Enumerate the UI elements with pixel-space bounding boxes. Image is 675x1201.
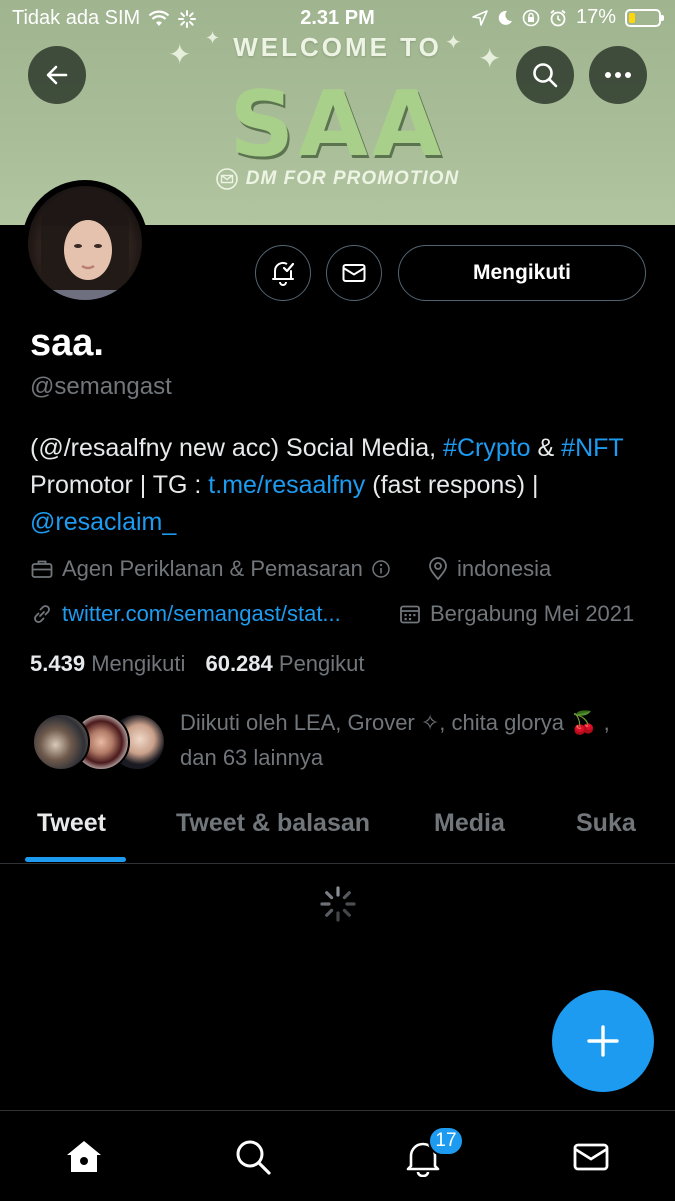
bio-text: (fast respons) |: [365, 471, 539, 499]
hashtag-link[interactable]: #Crypto: [443, 434, 531, 462]
telegram-link[interactable]: t.me/resaalfny: [208, 471, 365, 499]
followed-by-text[interactable]: Diikuti oleh LEA, Grover ✧, chita glorya…: [180, 705, 650, 775]
search-icon: [236, 1140, 271, 1175]
joined-row: Bergabung Mei 2021: [398, 601, 634, 627]
banner-title: SAA: [229, 72, 446, 177]
tab-tweet[interactable]: Tweet: [37, 809, 106, 838]
alarm-icon: [550, 9, 566, 26]
battery-percent: 17%: [575, 6, 616, 28]
location-row: indonesia: [427, 556, 551, 582]
bio-text: Promotor | TG :: [30, 471, 209, 499]
back-button[interactable]: [28, 46, 86, 104]
battery-icon: [625, 8, 664, 27]
notify-button[interactable]: [255, 245, 311, 301]
calendar-icon: [400, 605, 420, 624]
category-row: Agen Periklanan & Pemasaran: [30, 556, 391, 582]
rotation-lock-icon: [522, 9, 540, 26]
status-bar: Tidak ada SIM 2.31 PM 17%: [0, 0, 675, 40]
plus-icon: [587, 1025, 619, 1057]
notifications-badge: 17: [428, 1126, 464, 1156]
avatar: [32, 713, 90, 771]
following-label: Mengikuti: [91, 651, 186, 676]
banner-promo-text: DM FOR PROMOTION: [245, 168, 460, 189]
website-row: twitter.com/semangast/stat...: [30, 601, 341, 627]
profile-avatar[interactable]: [22, 180, 148, 306]
more-button[interactable]: [589, 46, 647, 104]
nav-home[interactable]: [60, 1133, 108, 1181]
tab-likes[interactable]: Suka: [576, 809, 636, 838]
bio-text: (@/resaalfny new acc) Social Media,: [30, 434, 444, 462]
following-count: 5.439: [30, 651, 86, 676]
website-link[interactable]: twitter.com/semangast/stat...: [62, 601, 341, 627]
bell-check-icon: [272, 261, 295, 286]
tab-media[interactable]: Media: [434, 809, 505, 838]
compose-tweet-button[interactable]: [552, 990, 654, 1092]
briefcase-icon: [31, 560, 53, 578]
following-button[interactable]: Mengikuti: [398, 245, 646, 301]
tab-tweets-replies[interactable]: Tweet & balasan: [176, 809, 370, 838]
arrow-left-icon: [46, 65, 68, 85]
nav-search[interactable]: [229, 1133, 277, 1181]
followed-by-avatars[interactable]: [30, 713, 166, 771]
following-count-link[interactable]: 5.439 Mengikuti: [30, 651, 185, 676]
active-tab-indicator: [25, 857, 126, 862]
moon-icon: [498, 10, 512, 25]
profile-bio: (@/resaalfny new acc) Social Media, #Cry…: [30, 430, 650, 541]
display-name: saa.: [30, 322, 104, 364]
hashtag-link[interactable]: #NFT: [561, 434, 623, 462]
envelope-icon: [573, 1143, 609, 1171]
loading-spinner-icon: [320, 886, 356, 922]
avatar-image: [28, 186, 142, 300]
more-dots-icon: [605, 72, 631, 78]
link-icon: [34, 605, 50, 623]
mail-icon: [215, 168, 238, 190]
location-pin-icon: [429, 557, 447, 581]
location-arrow-icon: [472, 9, 488, 26]
bottom-navigation: [0, 1110, 675, 1201]
username: @semangast: [30, 373, 172, 400]
mention-link[interactable]: @resaclaim_: [30, 508, 176, 536]
search-button[interactable]: [516, 46, 574, 104]
message-button[interactable]: [326, 245, 382, 301]
followers-count: 60.284: [205, 651, 273, 676]
category-label: Agen Periklanan & Pemasaran: [62, 556, 363, 581]
followers-count-link[interactable]: 60.284 Pengikut: [205, 651, 364, 676]
nav-messages[interactable]: [567, 1133, 615, 1181]
search-icon: [533, 63, 558, 88]
home-icon: [67, 1141, 101, 1172]
profile-tabs: Tweet Tweet & balasan Media Suka: [0, 795, 675, 864]
envelope-icon: [342, 264, 366, 282]
follow-counts: 5.439 Mengikuti 60.284 Pengikut: [30, 651, 365, 677]
joined-label: Bergabung Mei 2021: [430, 601, 635, 626]
followers-label: Pengikut: [278, 651, 365, 676]
bio-text: &: [530, 434, 562, 462]
info-icon[interactable]: [371, 559, 391, 579]
location-label: indonesia: [457, 556, 552, 581]
